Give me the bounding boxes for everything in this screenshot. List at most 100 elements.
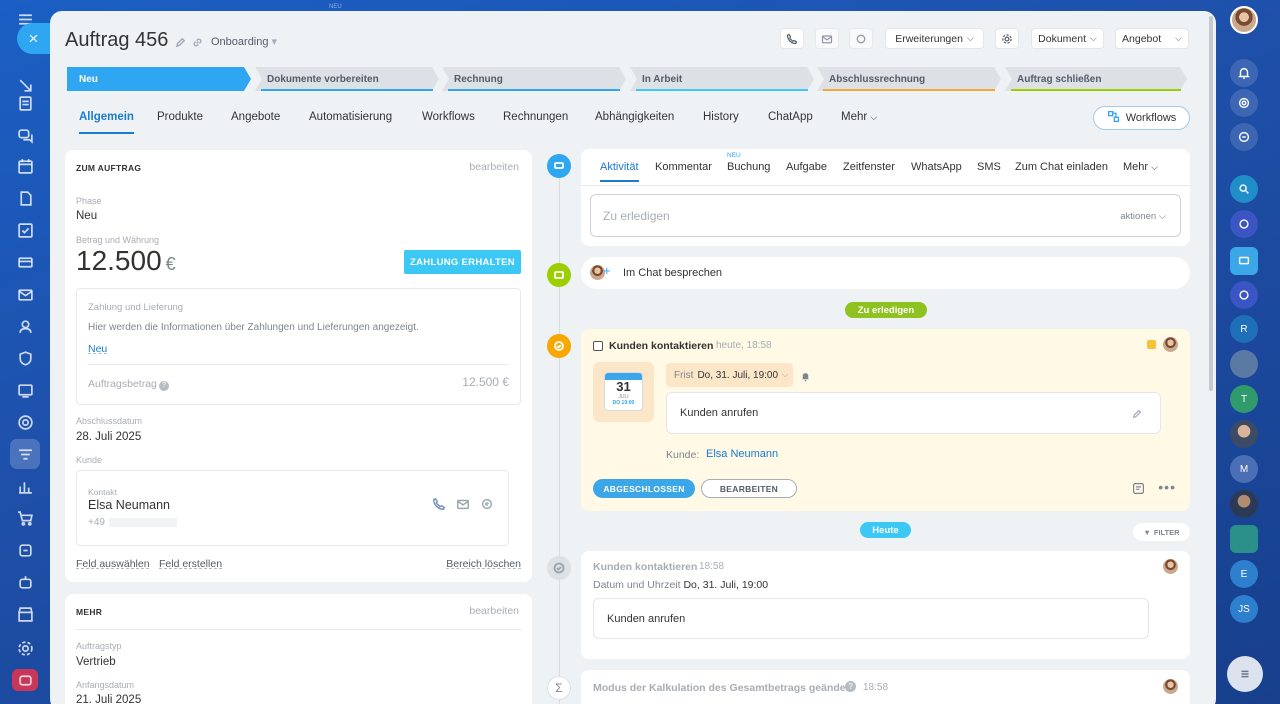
- delete-section-link[interactable]: Bereich löschen: [446, 558, 521, 570]
- settings-button[interactable]: [995, 28, 1019, 49]
- store-icon[interactable]: [12, 601, 38, 627]
- target-icon[interactable]: [12, 409, 38, 435]
- tab-timeslot[interactable]: Zeitfenster: [843, 161, 895, 173]
- card-icon[interactable]: [12, 249, 38, 275]
- mail-icon[interactable]: [456, 497, 470, 516]
- board-icon[interactable]: [12, 377, 38, 403]
- color-marker[interactable]: [1147, 340, 1156, 349]
- contact-e[interactable]: E: [1230, 560, 1258, 588]
- more-options-icon[interactable]: •••: [1158, 479, 1176, 495]
- tab-automation[interactable]: Automatisierung: [309, 111, 392, 123]
- mail-icon[interactable]: [12, 281, 38, 307]
- tab-sms[interactable]: SMS: [977, 161, 1001, 173]
- help-icon[interactable]: ?: [845, 681, 856, 692]
- tab-invoices[interactable]: Rechnungen: [503, 111, 568, 123]
- history2-title[interactable]: Modus der Kalkulation des Gesamtbetrags …: [593, 682, 853, 694]
- actions-dropdown[interactable]: aktionen ⌵: [1120, 211, 1166, 222]
- payment-received-button[interactable]: ZAHLUNG ERHALTEN: [404, 250, 521, 274]
- tab-chatapp[interactable]: ChatApp: [768, 111, 813, 123]
- stage-3[interactable]: In Arbeit: [630, 67, 814, 91]
- amount-value[interactable]: 12.500 €: [76, 245, 176, 277]
- robot-icon[interactable]: [12, 569, 38, 595]
- menu-more-button[interactable]: [1227, 656, 1263, 692]
- tab-whatsapp[interactable]: WhatsApp: [911, 161, 962, 173]
- responsible-avatar[interactable]: [1163, 337, 1178, 352]
- email-button[interactable]: [815, 28, 839, 49]
- channel-icon[interactable]: [1230, 210, 1258, 238]
- edit-link[interactable]: bearbeiten: [469, 161, 519, 173]
- extensions-button[interactable]: Erweiterungen ⌵: [885, 28, 984, 49]
- contact-avatar-2[interactable]: [1230, 490, 1258, 518]
- task-title[interactable]: Kunden kontaktieren: [609, 340, 713, 352]
- close-date-value[interactable]: 28. Juli 2025: [76, 431, 141, 443]
- calendar-icon[interactable]: [12, 153, 38, 179]
- deadline-selector[interactable]: Frist Do, 31. Juli, 19:00 ⌵: [666, 363, 793, 387]
- tab-invite-chat[interactable]: Zum Chat einladen: [1015, 161, 1108, 173]
- channel-2-icon[interactable]: [1230, 281, 1258, 309]
- category-selector[interactable]: Onboarding: [211, 35, 277, 48]
- stage-2[interactable]: Rechnung: [442, 67, 626, 91]
- help-icon[interactable]: ?: [158, 381, 169, 391]
- edit-link[interactable]: bearbeiten: [469, 605, 519, 617]
- bell-icon[interactable]: [800, 369, 811, 387]
- todo-input[interactable]: Zu erledigen aktionen ⌵: [590, 194, 1181, 237]
- tab-general[interactable]: Allgemein: [79, 111, 134, 134]
- complete-button[interactable]: ABGESCHLOSSEN: [593, 479, 695, 498]
- task-checkbox[interactable]: [593, 341, 603, 351]
- start-value[interactable]: 21. Juli 2025: [76, 694, 141, 704]
- tab-comment[interactable]: Kommentar: [655, 161, 712, 173]
- workflows-button[interactable]: Workflows: [1093, 106, 1190, 130]
- notifications-icon[interactable]: [1230, 59, 1258, 87]
- select-field-link[interactable]: Feld auswählen: [76, 558, 150, 570]
- tab-offers[interactable]: Angebote: [231, 111, 280, 123]
- open-chat-button[interactable]: [849, 28, 873, 49]
- call-button[interactable]: [780, 28, 804, 49]
- settings-icon[interactable]: [12, 635, 38, 661]
- contact-avatar-1[interactable]: [1230, 420, 1258, 448]
- user-avatar[interactable]: [1230, 6, 1258, 34]
- tab-workflows[interactable]: Workflows: [422, 111, 475, 123]
- pencil-icon[interactable]: [1132, 406, 1142, 424]
- tab-products[interactable]: Produkte: [157, 111, 203, 123]
- contact-js[interactable]: JS: [1230, 595, 1258, 623]
- analytics-icon[interactable]: [12, 473, 38, 499]
- phase-value[interactable]: Neu: [76, 210, 97, 222]
- task-description[interactable]: Kunden anrufen: [666, 392, 1161, 434]
- task-client-link[interactable]: Elsa Neumann: [706, 448, 778, 460]
- edit-task-button[interactable]: BEARBEITEN: [701, 479, 797, 498]
- link-icon[interactable]: [192, 35, 203, 53]
- contact-phone[interactable]: +49: [88, 517, 177, 528]
- phone-icon[interactable]: [432, 497, 446, 516]
- group-avatar[interactable]: [1230, 350, 1258, 378]
- tasks-icon[interactable]: [12, 90, 38, 116]
- tab-activity[interactable]: Aktivität: [600, 161, 639, 182]
- shield-icon[interactable]: [12, 345, 38, 371]
- document-icon[interactable]: [12, 185, 38, 211]
- contact-name[interactable]: Elsa Neumann: [88, 498, 170, 512]
- chat-icon[interactable]: [480, 497, 494, 516]
- tab-dependencies[interactable]: Abhängigkeiten: [595, 111, 674, 123]
- close-panel-button[interactable]: ×: [17, 23, 50, 54]
- contact-m[interactable]: M: [1230, 455, 1258, 483]
- crm-filter-icon[interactable]: [10, 439, 40, 469]
- automation-icon[interactable]: [12, 537, 38, 563]
- search-chat-icon[interactable]: [1230, 175, 1258, 203]
- history2-avatar[interactable]: [1163, 679, 1178, 694]
- app-icon[interactable]: [12, 669, 38, 691]
- copilot-icon[interactable]: [1230, 89, 1258, 117]
- document-button[interactable]: Dokument ⌵: [1031, 28, 1104, 49]
- checklist-icon[interactable]: [12, 217, 38, 243]
- messages-icon[interactable]: [1230, 123, 1258, 151]
- scrollbar[interactable]: [1209, 16, 1213, 391]
- payment-new-link[interactable]: Neu: [88, 343, 107, 355]
- chat-icon[interactable]: [12, 122, 38, 148]
- type-value[interactable]: Vertrieb: [76, 656, 116, 668]
- stage-5[interactable]: Auftrag schließen: [1005, 67, 1187, 91]
- workgroup-icon[interactable]: [1230, 525, 1258, 553]
- history-title[interactable]: Kunden kontaktieren: [593, 561, 697, 573]
- note-icon[interactable]: [1132, 482, 1145, 500]
- tab-activity-more[interactable]: Mehr ⌵: [1123, 161, 1158, 173]
- tab-task[interactable]: Aufgabe: [786, 161, 827, 173]
- chat-discuss-bar[interactable]: + Im Chat besprechen: [581, 257, 1190, 289]
- contact-t[interactable]: T: [1230, 385, 1258, 413]
